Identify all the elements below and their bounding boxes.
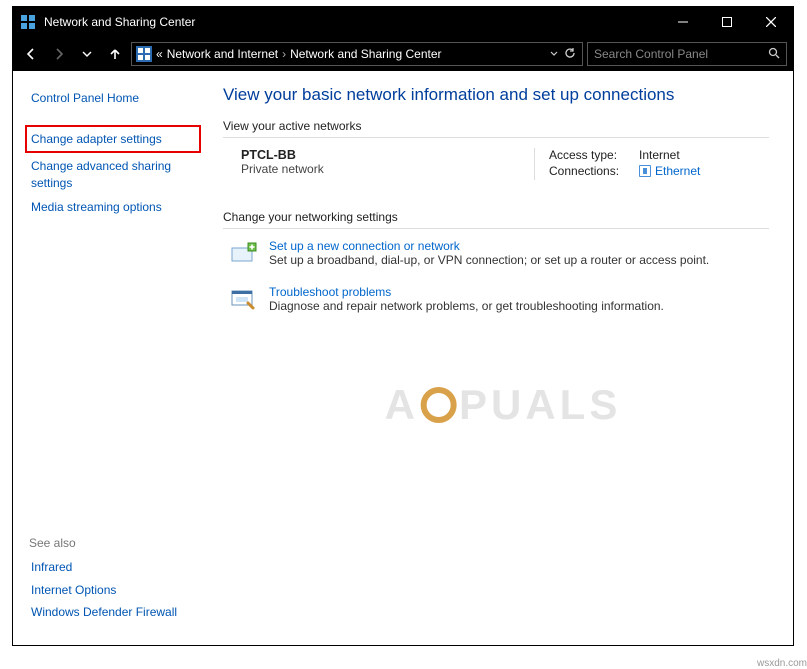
back-button[interactable] (19, 42, 43, 66)
sidebar-advanced-sharing-link[interactable]: Change advanced sharing settings (29, 155, 197, 193)
maximize-button[interactable] (705, 7, 749, 37)
network-name: PTCL-BB (241, 148, 534, 162)
breadcrumb-dropdown-icon[interactable] (550, 47, 558, 61)
sidebar-media-streaming-link[interactable]: Media streaming options (29, 196, 197, 218)
see-also-infrared[interactable]: Infrared (29, 556, 197, 578)
control-panel-icon (136, 46, 152, 62)
search-input[interactable]: Search Control Panel (587, 42, 787, 66)
breadcrumb-parent[interactable]: Network and Internet (167, 47, 278, 61)
breadcrumb-truncate: « (156, 47, 163, 61)
troubleshoot-item: Troubleshoot problems Diagnose and repai… (229, 285, 769, 313)
up-button[interactable] (103, 42, 127, 66)
troubleshoot-icon (229, 285, 257, 313)
see-also-heading: See also (29, 536, 197, 550)
setup-connection-item: Set up a new connection or network Set u… (229, 239, 769, 267)
chevron-right-icon: › (282, 47, 286, 61)
access-type-value: Internet (639, 148, 680, 162)
main-content: View your basic network information and … (213, 71, 793, 645)
minimize-button[interactable] (661, 7, 705, 37)
sidebar-change-adapter-link[interactable]: Change adapter settings (29, 128, 197, 150)
window-controls (661, 7, 793, 37)
source-footer: wsxdn.com (757, 658, 807, 669)
forward-button[interactable] (47, 42, 71, 66)
title-bar: Network and Sharing Center (13, 7, 793, 37)
window-frame: Network and Sharing Center (12, 6, 794, 646)
setup-connection-desc: Set up a broadband, dial-up, or VPN conn… (269, 253, 709, 267)
highlight-box: Change adapter settings (25, 125, 201, 153)
ethernet-icon (639, 165, 651, 177)
search-icon (768, 47, 780, 62)
active-networks-heading: View your active networks (223, 119, 769, 138)
settings-list: Set up a new connection or network Set u… (229, 239, 769, 313)
connection-name: Ethernet (655, 164, 700, 178)
see-also-firewall[interactable]: Windows Defender Firewall (29, 601, 197, 623)
window-title: Network and Sharing Center (44, 15, 661, 29)
change-settings-heading: Change your networking settings (223, 210, 769, 229)
breadcrumb-current[interactable]: Network and Sharing Center (290, 47, 441, 61)
connection-link[interactable]: Ethernet (639, 164, 700, 178)
refresh-button[interactable] (564, 47, 576, 62)
connections-label: Connections: (549, 164, 639, 178)
address-bar: « Network and Internet › Network and Sha… (13, 37, 793, 71)
sidebar-home-link[interactable]: Control Panel Home (29, 87, 197, 109)
window-body: Control Panel Home Change adapter settin… (13, 71, 793, 645)
active-network-details: Access type: Internet Connections: Ether… (534, 148, 769, 180)
troubleshoot-desc: Diagnose and repair network problems, or… (269, 299, 664, 313)
see-also-internet-options[interactable]: Internet Options (29, 579, 197, 601)
see-also-section: See also Infrared Internet Options Windo… (29, 536, 197, 629)
watermark: APUALS (385, 381, 622, 429)
troubleshoot-link[interactable]: Troubleshoot problems (269, 285, 391, 299)
breadcrumb[interactable]: « Network and Internet › Network and Sha… (131, 42, 583, 66)
setup-connection-icon (229, 239, 257, 267)
active-network-info: PTCL-BB Private network (241, 148, 534, 180)
network-type: Private network (241, 162, 534, 176)
setup-connection-link[interactable]: Set up a new connection or network (269, 239, 460, 253)
close-button[interactable] (749, 7, 793, 37)
sidebar: Control Panel Home Change adapter settin… (13, 71, 213, 645)
page-heading: View your basic network information and … (223, 85, 769, 105)
active-network-row: PTCL-BB Private network Access type: Int… (241, 148, 769, 180)
search-placeholder: Search Control Panel (594, 47, 708, 61)
access-type-label: Access type: (549, 148, 639, 162)
app-icon (20, 14, 36, 30)
breadcrumb-tools (550, 47, 582, 62)
recent-dropdown[interactable] (75, 42, 99, 66)
